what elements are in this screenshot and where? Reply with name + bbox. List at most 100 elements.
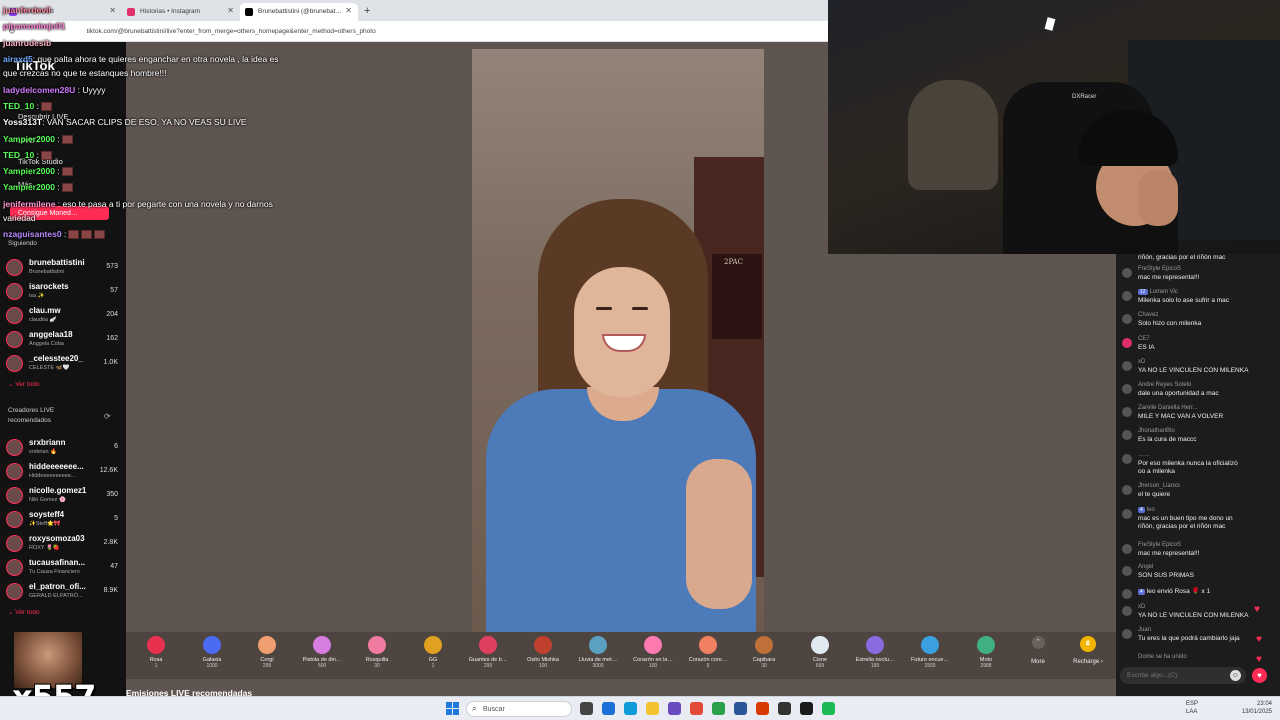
- chat-text: leo envió Rosa 🌹 x 1: [1146, 588, 1211, 595]
- gift-price: 1000: [206, 663, 218, 669]
- following-item[interactable]: clau.mw claudita 🪽 204: [6, 304, 118, 326]
- gift-night-star[interactable]: Estrella noctu… 199: [847, 636, 903, 669]
- app-icon[interactable]: [778, 702, 791, 715]
- avatar: [6, 463, 23, 480]
- recharge-button[interactable]: ¢ Recharge ›: [1066, 636, 1110, 665]
- following-item[interactable]: brunebattistini Brunebattistini 573: [6, 256, 118, 278]
- system-clock[interactable]: 23:04 13/01/2025: [1242, 700, 1272, 716]
- recommended-item[interactable]: nicolle.gomez1 Niki Gomez 🌸 350: [6, 484, 118, 506]
- gift-heart-in-hand[interactable]: Corazón en la… 100: [625, 636, 681, 669]
- chat-text: Milenka solo lo ase sufrir a mac: [1138, 297, 1230, 304]
- viewer-count: 573: [106, 263, 118, 270]
- see-all-recommended-link[interactable]: ⌄ Ver todo: [8, 608, 39, 616]
- gift-gg[interactable]: GG 1: [405, 636, 461, 669]
- emoji-icon[interactable]: ☺: [1230, 670, 1241, 681]
- obs-icon[interactable]: [800, 702, 813, 715]
- gift-rosa[interactable]: Rosa 1: [128, 636, 184, 669]
- recommended-item[interactable]: tucausafinan... Tu Causa Financiero 47: [6, 556, 118, 578]
- edge-icon[interactable]: [624, 702, 637, 715]
- user-nickname: Tu Causa Financiero: [29, 569, 80, 575]
- emote-icon: [61, 135, 73, 145]
- app-icon[interactable]: [756, 702, 769, 715]
- see-all-label: Ver todo: [15, 609, 40, 616]
- user-nickname: CELESTE 🦋🤍: [29, 365, 70, 371]
- gift-rosquilla[interactable]: Rosquilla 30: [349, 636, 405, 669]
- gift-price: 3000: [592, 663, 604, 669]
- gift-meteor-shower[interactable]: Lluvia de met… 3000: [570, 636, 626, 669]
- following-item[interactable]: isarockets isa ✨ 57: [6, 280, 118, 302]
- recommended-item[interactable]: hiddeeeeeee... Hiddeeeeeeeeee... 12.6K: [6, 460, 118, 482]
- chair-brand-label: DXRacer: [1072, 94, 1097, 100]
- emote-icon: [61, 183, 73, 193]
- gift-swan[interactable]: Cisne 699: [792, 636, 848, 669]
- browser-tab-instagram[interactable]: Historias • Instagram ✕: [122, 3, 240, 21]
- refresh-icon[interactable]: ⟳: [104, 412, 111, 421]
- gift-capibara[interactable]: Capibara 30: [736, 636, 792, 669]
- gift-price: 30: [761, 663, 767, 669]
- overlay-chat-line: airaxd5: que palta ahora te quieres enga…: [3, 54, 279, 64]
- see-all-following-link[interactable]: ⌄ Ver todo: [8, 380, 39, 388]
- close-tab-icon[interactable]: ✕: [345, 6, 352, 15]
- address-bar[interactable]: ↻ tiktok.com/@brunebattistini/live?enter…: [0, 21, 828, 42]
- recommended-item[interactable]: el_patron_ofi... GERALD ELPATRÓ... 8.9K: [6, 580, 118, 602]
- app-icon[interactable]: [602, 702, 615, 715]
- browser-tab-tiktok[interactable]: Brunebattistini (@brunebat… ✕: [240, 2, 358, 21]
- live-video[interactable]: 2PAC: [472, 49, 764, 632]
- gift-motorcycle[interactable]: Moto 2988: [958, 636, 1014, 669]
- gift-price: 500: [317, 663, 327, 669]
- language-layout: LAA: [1186, 709, 1198, 715]
- following-item[interactable]: _celesstee20_ CELESTE 🦋🤍 1.0K: [6, 352, 118, 374]
- chat-input[interactable]: [1120, 667, 1246, 684]
- chrome-icon[interactable]: [712, 702, 725, 715]
- app-icon[interactable]: [690, 702, 703, 715]
- close-tab-icon[interactable]: ✕: [227, 6, 234, 15]
- user-name: roxysomoza03: [29, 534, 85, 543]
- chat-text: dale una oportunidad a mac: [1138, 390, 1219, 397]
- taskbar-search[interactable]: ⌕ Buscar: [466, 701, 572, 717]
- gift-galaxia[interactable]: Galaxia 1000: [184, 636, 240, 669]
- overlay-chat-line: juanrudesib: [3, 38, 51, 48]
- gift-mishka-bear[interactable]: Osito Mishka 100: [515, 636, 571, 669]
- heart-gift-icon: [644, 636, 662, 654]
- chat-text: : VAN SACAR CLIPS DE ESO, YA NO VEAS SU …: [42, 117, 247, 127]
- following-item[interactable]: anggelaa18 Anggela Coba 162: [6, 328, 118, 350]
- streamer-eye: [632, 307, 648, 310]
- motorcycle-gift-icon: [977, 636, 995, 654]
- recommended-item[interactable]: soysteff4 ✨Steff🌟🎀 5: [6, 508, 118, 530]
- close-tab-icon[interactable]: ✕: [109, 6, 116, 15]
- viewer-count: 350: [106, 491, 118, 498]
- file-explorer-icon[interactable]: [646, 702, 659, 715]
- app-icon[interactable]: [734, 702, 747, 715]
- chat-text: SON SUS PRIMAS: [1138, 572, 1194, 579]
- recommended-item[interactable]: roxysomoza03 ROXY 🌷🍓 2.8K: [6, 532, 118, 554]
- gift-boxing-gloves[interactable]: Guantes de b… 299: [460, 636, 516, 669]
- windows-start-icon[interactable]: [446, 702, 459, 715]
- overlay-chat-line: Yampier2000 :: [3, 134, 73, 145]
- gift-money-gun[interactable]: Pistola de din… 500: [294, 636, 350, 669]
- language-indicator[interactable]: ESP LAA: [1186, 700, 1198, 716]
- gift-future-meeting[interactable]: Futuro encue… 1500: [902, 636, 958, 669]
- viewer-count: 47: [110, 563, 118, 570]
- overlay-chat-line: pipamonimjo01: [3, 21, 65, 31]
- chat-username: Yampier2000: [3, 182, 55, 192]
- more-gifts-button[interactable]: ⌃ More: [1020, 636, 1056, 665]
- user-nickname: Hiddeeeeeeeeee...: [29, 473, 76, 479]
- app-icon[interactable]: [668, 702, 681, 715]
- avatar: [1122, 566, 1132, 576]
- gift-korean-heart[interactable]: Corazón core… 5: [680, 636, 736, 669]
- streamer-arm: [686, 459, 752, 609]
- chat-username: Angel: [1138, 564, 1154, 570]
- avatar: [1122, 544, 1132, 554]
- new-tab-icon[interactable]: +: [364, 5, 370, 17]
- url-text: tiktok.com/@brunebattistini/live?enter_f…: [86, 27, 376, 35]
- like-heart-button[interactable]: ♥: [1252, 668, 1267, 683]
- tiktok-icon: [245, 7, 253, 16]
- user-nickname: Niki Gomez 🌸: [29, 497, 66, 503]
- task-view-icon[interactable]: [580, 702, 593, 715]
- emote-icon: [61, 167, 73, 177]
- spotify-icon[interactable]: [822, 702, 835, 715]
- gift-price: 1: [431, 663, 435, 669]
- recommended-item[interactable]: srxbriann srxbrian 🔥 6: [6, 436, 118, 458]
- gift-corgi[interactable]: Corgi 299: [239, 636, 295, 669]
- gift-price: 199: [870, 663, 880, 669]
